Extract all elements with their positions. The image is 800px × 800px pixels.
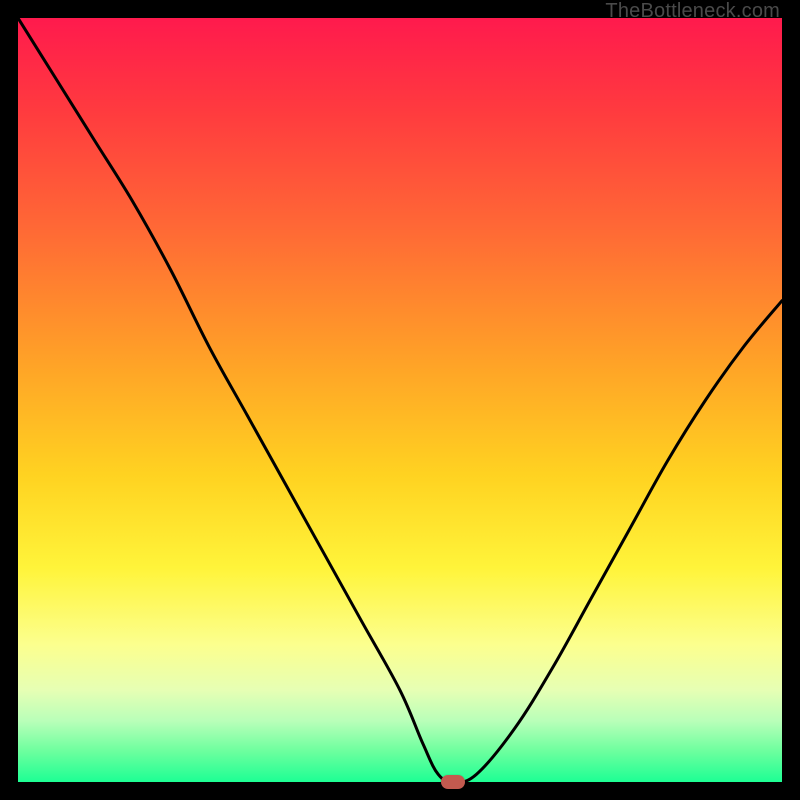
chart-frame: TheBottleneck.com [0, 0, 800, 800]
min-marker [441, 775, 465, 789]
plot-area [18, 18, 782, 782]
bottleneck-curve [18, 18, 782, 782]
curve-svg [18, 18, 782, 782]
